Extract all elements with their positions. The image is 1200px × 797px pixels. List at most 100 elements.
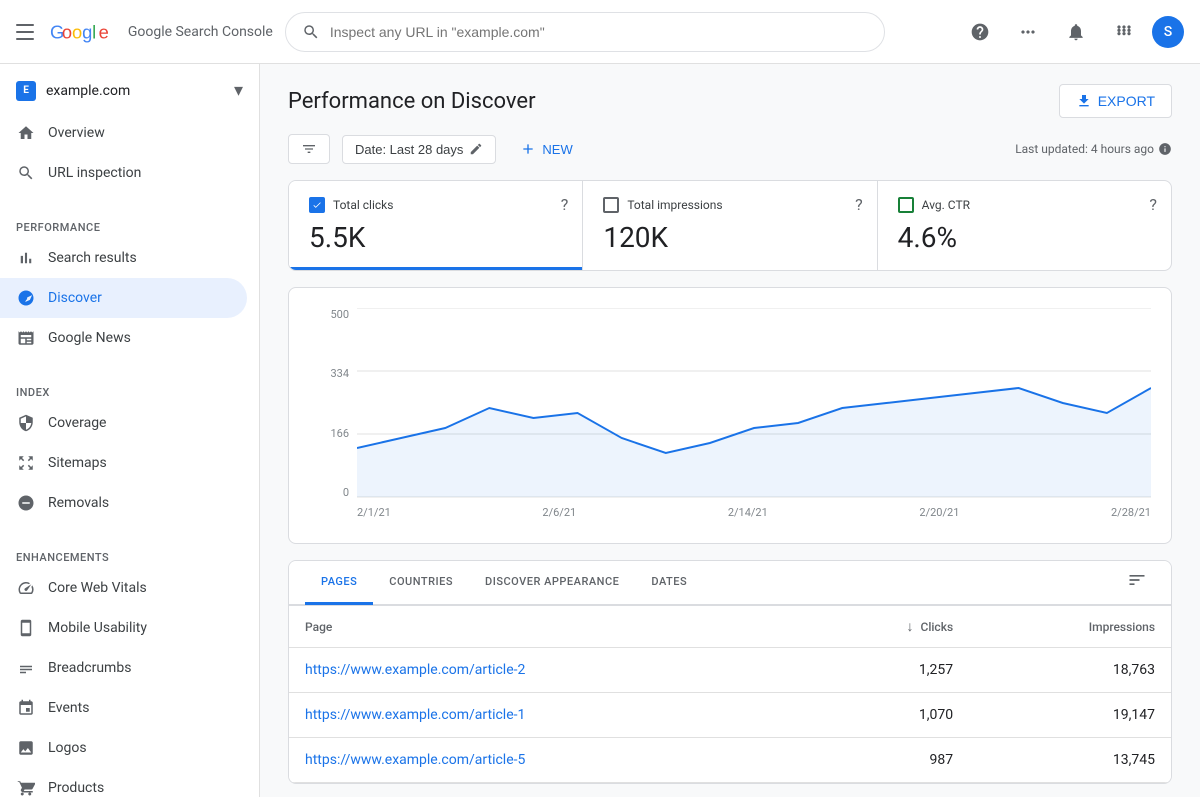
google-logo: G o o g l e xyxy=(50,21,118,43)
shopping-icon xyxy=(16,778,36,797)
row-3-clicks: 987 xyxy=(808,738,970,783)
sidebar-item-label: Products xyxy=(48,780,104,796)
metric-card-impressions[interactable]: Total impressions 120K ? xyxy=(583,181,877,270)
impressions-checkbox xyxy=(603,197,619,213)
row-1-page[interactable]: https://www.example.com/article-2 xyxy=(289,648,808,693)
sidebar-item-label: Events xyxy=(48,700,89,716)
row-2-impressions: 19,147 xyxy=(969,693,1171,738)
image-icon xyxy=(16,738,36,758)
x-label-1: 2/1/21 xyxy=(357,506,391,519)
sidebar-item-mobile-usability[interactable]: Mobile Usability xyxy=(0,608,247,648)
table-row[interactable]: https://www.example.com/article-5 987 13… xyxy=(289,738,1171,783)
x-label-4: 2/20/21 xyxy=(919,506,959,519)
sidebar-item-url-inspection[interactable]: URL inspection xyxy=(0,153,247,193)
performance-section-label: Performance xyxy=(0,209,259,238)
index-section-label: Index xyxy=(0,374,259,403)
clicks-label: Total clicks xyxy=(333,198,393,212)
table-row[interactable]: https://www.example.com/article-2 1,257 … xyxy=(289,648,1171,693)
impressions-help-icon[interactable]: ? xyxy=(855,195,863,214)
chevron-down-icon: ▾ xyxy=(234,80,243,101)
app-title: Google Search Console xyxy=(128,24,273,40)
notifications-button[interactable] xyxy=(1056,12,1096,52)
data-table: Page ↓ Clicks Impressions https://www.ex… xyxy=(289,606,1171,783)
logo-area: G o o g l e Google Search Console xyxy=(16,20,273,44)
sidebar-item-search-results[interactable]: Search results xyxy=(0,238,247,278)
metric-card-ctr[interactable]: Avg. CTR 4.6% ? xyxy=(878,181,1171,270)
table-row[interactable]: https://www.example.com/article-1 1,070 … xyxy=(289,693,1171,738)
col-clicks[interactable]: ↓ Clicks xyxy=(808,606,970,648)
avatar[interactable]: S xyxy=(1152,16,1184,48)
sidebar-item-products[interactable]: Products xyxy=(0,768,247,797)
filter-sort-button[interactable] xyxy=(288,134,330,164)
ctr-value: 4.6% xyxy=(898,221,1151,254)
metric-card-clicks[interactable]: Total clicks 5.5K ? xyxy=(289,181,583,270)
x-label-5: 2/28/21 xyxy=(1111,506,1151,519)
y-label-166: 166 xyxy=(330,427,349,440)
main-content: Performance on Discover EXPORT Date: Las… xyxy=(260,64,1200,797)
x-label-2: 2/6/21 xyxy=(542,506,576,519)
menu-icon[interactable] xyxy=(16,20,40,44)
newspaper-icon xyxy=(16,328,36,348)
sidebar-item-events[interactable]: Events xyxy=(0,688,247,728)
svg-text:l: l xyxy=(92,21,96,42)
tab-dates[interactable]: DATES xyxy=(635,561,703,605)
sidebar-item-label: Overview xyxy=(48,125,105,141)
sidebar-item-coverage[interactable]: Coverage xyxy=(0,403,247,443)
bar-chart-icon xyxy=(16,248,36,268)
search-input[interactable] xyxy=(330,24,868,40)
row-1-clicks: 1,257 xyxy=(808,648,970,693)
ctr-help-icon[interactable]: ? xyxy=(1149,195,1157,214)
ctr-label: Avg. CTR xyxy=(922,198,970,212)
grid-button[interactable] xyxy=(1104,12,1144,52)
svg-text:e: e xyxy=(99,21,109,42)
chart-area: 500 334 166 0 xyxy=(288,287,1172,544)
filter-bar: Date: Last 28 days NEW Last updated: 4 h… xyxy=(260,134,1200,180)
new-filter-button[interactable]: NEW xyxy=(508,135,584,163)
topbar: G o o g l e Google Search Console S xyxy=(0,0,1200,64)
last-updated: Last updated: 4 hours ago xyxy=(1015,142,1172,156)
row-3-impressions: 13,745 xyxy=(969,738,1171,783)
export-button[interactable]: EXPORT xyxy=(1059,84,1172,118)
sidebar-item-breadcrumbs[interactable]: Breadcrumbs xyxy=(0,648,247,688)
sidebar-item-discover[interactable]: Discover xyxy=(0,278,247,318)
x-axis: 2/1/21 2/6/21 2/14/21 2/20/21 2/28/21 xyxy=(357,502,1151,523)
sidebar-item-sitemaps[interactable]: Sitemaps xyxy=(0,443,247,483)
sidebar-item-label: Mobile Usability xyxy=(48,620,147,636)
clicks-help-icon[interactable]: ? xyxy=(561,195,569,214)
search-bar[interactable] xyxy=(285,12,885,52)
impressions-label: Total impressions xyxy=(627,198,722,212)
sidebar-item-label: Google News xyxy=(48,330,131,346)
breadcrumb-icon xyxy=(16,658,36,678)
date-filter-button[interactable]: Date: Last 28 days xyxy=(342,135,496,164)
sidebar-item-label: URL inspection xyxy=(48,165,141,181)
tab-countries[interactable]: COUNTRIES xyxy=(373,561,469,605)
shield-icon xyxy=(16,413,36,433)
row-3-page[interactable]: https://www.example.com/article-5 xyxy=(289,738,808,783)
table-header-row: Page ↓ Clicks Impressions xyxy=(289,606,1171,648)
sidebar-item-google-news[interactable]: Google News xyxy=(0,318,247,358)
sidebar-item-removals[interactable]: Removals xyxy=(0,483,247,523)
chart-container: 2/1/21 2/6/21 2/14/21 2/20/21 2/28/21 xyxy=(357,308,1151,523)
site-icon: E xyxy=(16,81,36,101)
site-selector[interactable]: E example.com ▾ xyxy=(0,72,259,109)
tab-pages[interactable]: PAGES xyxy=(305,561,373,605)
sidebar-item-overview[interactable]: Overview xyxy=(0,113,247,153)
page-title: Performance on Discover xyxy=(288,89,536,114)
svg-text:o: o xyxy=(72,21,82,42)
svg-text:o: o xyxy=(62,21,72,42)
sidebar-item-label: Breadcrumbs xyxy=(48,660,131,676)
y-axis: 500 334 166 0 xyxy=(309,308,349,523)
metric-header-impressions: Total impressions xyxy=(603,197,856,213)
row-2-page[interactable]: https://www.example.com/article-1 xyxy=(289,693,808,738)
sidebar-item-core-web-vitals[interactable]: Core Web Vitals xyxy=(0,568,247,608)
help-button[interactable] xyxy=(960,12,1000,52)
export-icon xyxy=(1076,93,1092,109)
clicks-checkbox xyxy=(309,197,325,213)
apps-button[interactable] xyxy=(1008,12,1048,52)
table-filter-icon[interactable] xyxy=(1119,562,1155,603)
metric-header-clicks: Total clicks xyxy=(309,197,562,213)
tab-discover-appearance[interactable]: DISCOVER APPEARANCE xyxy=(469,561,635,605)
sidebar-item-logos[interactable]: Logos xyxy=(0,728,247,768)
sidebar-item-label: Coverage xyxy=(48,415,106,431)
chart-wrapper: 500 334 166 0 xyxy=(309,308,1151,523)
